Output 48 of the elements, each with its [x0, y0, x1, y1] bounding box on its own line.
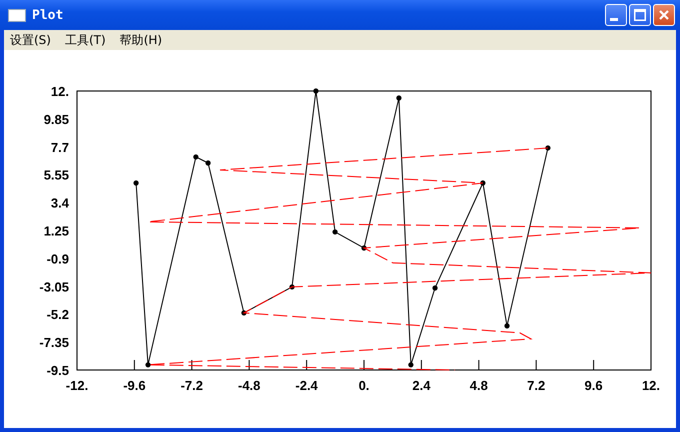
close-icon — [659, 10, 669, 20]
menu-item[interactable]: 工具(T) — [64, 32, 106, 48]
data-point — [480, 180, 486, 186]
y-tick-label: -7.35 — [39, 335, 69, 350]
y-tick-label: 7.7 — [50, 140, 69, 155]
x-tick-label: 0. — [358, 378, 370, 393]
y-tick-label: 12. — [50, 84, 69, 99]
data-point — [313, 88, 319, 94]
y-tick-label: 1.25 — [44, 224, 69, 238]
data-point — [361, 245, 367, 251]
data-point — [205, 160, 211, 166]
x-tick-label: 9.6 — [584, 378, 603, 393]
y-tick-label: -3.05 — [39, 279, 69, 294]
y-tick-label: -9.5 — [46, 363, 69, 378]
data-point — [432, 285, 438, 291]
data-point — [193, 154, 198, 160]
x-tick-label: 4.8 — [470, 378, 488, 393]
data-point — [545, 145, 551, 151]
y-tick-label: 3.4 — [50, 196, 69, 211]
x-tick-label: -4.8 — [238, 378, 260, 393]
y-tick-label: 5.55 — [44, 168, 69, 183]
minimize-icon — [610, 18, 618, 20]
window-title: Plot — [32, 8, 64, 22]
data-point — [241, 310, 247, 316]
maximize-button[interactable] — [629, 4, 651, 26]
y-tick-label: 9.85 — [44, 112, 69, 127]
close-button[interactable] — [653, 4, 675, 26]
data-point — [408, 362, 414, 368]
maximize-icon — [634, 9, 646, 21]
data-point — [396, 95, 402, 101]
x-tick-label: -7.2 — [180, 378, 203, 393]
x-tick-label: -12. — [66, 378, 88, 393]
y-tick-label: -5.2 — [46, 307, 69, 322]
data-point — [133, 180, 139, 186]
minimize-button[interactable] — [605, 4, 627, 26]
menu-item[interactable]: 帮助(H) — [120, 32, 162, 48]
data-point — [145, 362, 151, 368]
x-tick-label: -9.6 — [123, 378, 146, 393]
x-tick-label: -2.4 — [295, 378, 318, 393]
data-point — [289, 284, 295, 290]
x-tick-label: 2.4 — [412, 378, 430, 393]
x-tick-label: 12. — [642, 378, 660, 393]
data-point — [504, 323, 510, 328]
x-tick-label: 7.2 — [527, 378, 546, 393]
menu-item[interactable]: 设置(S) — [10, 32, 51, 48]
window-icon — [8, 8, 26, 22]
data-point — [332, 229, 338, 235]
y-tick-label: -0.9 — [46, 251, 69, 266]
